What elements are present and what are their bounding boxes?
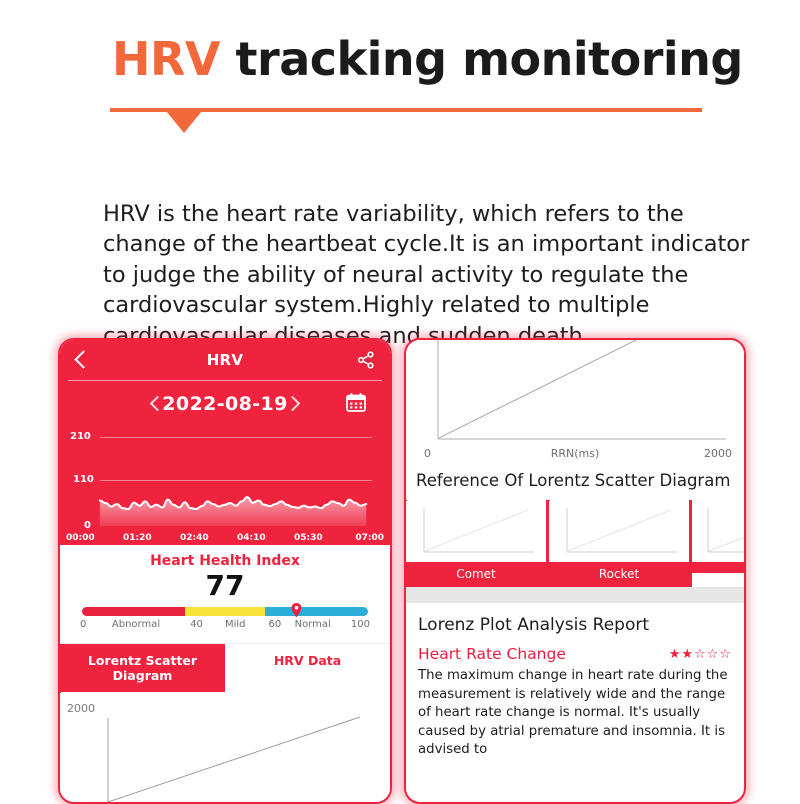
health-index-scale: 0 Abnormal 40 Mild 60 Normal 100	[80, 619, 370, 633]
tab-lorentz-scatter-diagram[interactable]: Lorentz Scatter Diagram	[60, 644, 225, 692]
triangle-marker-icon	[166, 111, 202, 133]
scatter-canvas-left	[60, 692, 390, 802]
heart-health-index-value: 77	[60, 570, 390, 602]
y-tick-110: 110	[73, 474, 94, 485]
page-title: HRV tracking monitoring	[0, 0, 800, 86]
reference-thumbnail-list: Comet Rocket	[406, 500, 744, 587]
health-index-gauge	[82, 607, 368, 616]
report-section-name: Heart Rate Change	[418, 645, 566, 663]
x-tick-4: 05:30	[294, 533, 323, 543]
hero-section: HRV tracking monitoring	[0, 0, 800, 134]
hrv-line-path	[94, 427, 378, 531]
scale-label-40: 40	[190, 619, 203, 630]
calendar-icon[interactable]	[346, 393, 366, 412]
reference-thumb-comet[interactable]: Comet	[406, 500, 546, 587]
x-tick-1: 01:20	[123, 533, 152, 543]
lorentz-scatter-chart: 2000	[60, 692, 390, 802]
chart-tabs: Lorentz Scatter Diagram HRV Data	[60, 643, 390, 692]
scale-label-mild: Mild	[225, 619, 246, 630]
scatter-x-max-label: 2000	[704, 447, 732, 460]
tab-hrv-data[interactable]: HRV Data	[225, 644, 390, 692]
section-separator	[406, 587, 744, 603]
thumb-chart-next	[692, 500, 746, 562]
report-section-body: The maximum change in heart rate during …	[406, 665, 744, 760]
scale-label-normal: Normal	[295, 619, 331, 630]
x-tick-0: 00:00	[66, 533, 95, 543]
x-tick-3: 04:10	[237, 533, 266, 543]
page-title-accent: HRV	[112, 32, 220, 86]
y-tick-0: 0	[84, 520, 91, 531]
hrv-line-chart: 210 110 0 00:00 01:	[60, 427, 390, 545]
star-rating-icon: ★★☆☆☆	[669, 647, 732, 662]
reference-thumb-rocket[interactable]: Rocket	[549, 500, 689, 587]
scatter-x-axis-label: RRN(ms)	[406, 447, 744, 460]
right-phone-screenshot: +1(ms) 0 RRN(ms) 2000 Reference Of Loren…	[404, 338, 746, 804]
heart-health-index-card: Heart Health Index 77 0 Abnormal 40 Mild…	[60, 545, 390, 643]
reference-thumb-caption-rocket: Rocket	[549, 562, 689, 587]
title-divider	[110, 108, 702, 134]
reference-thumb-next[interactable]	[692, 500, 746, 587]
page-root: HRV tracking monitoring HRV is the heart…	[0, 0, 800, 800]
page-title-rest: tracking monitoring	[220, 32, 743, 86]
thumb-chart-rocket	[549, 500, 689, 562]
intro-paragraph: HRV is the heart rate variability, which…	[103, 199, 763, 352]
reference-section-title: Reference Of Lorentz Scatter Diagram	[406, 462, 744, 500]
reference-thumb-caption-next	[692, 562, 746, 573]
selected-date[interactable]: 2022-08-19	[60, 393, 390, 415]
report-section-header: Heart Rate Change ★★☆☆☆	[406, 639, 744, 665]
thumb-chart-comet	[406, 500, 546, 562]
app-topbar: HRV	[60, 340, 390, 380]
lorentz-scatter-chart-large: +1(ms) 0 RRN(ms) 2000	[406, 340, 744, 462]
scatter-canvas-right	[406, 340, 740, 462]
map-pin-icon	[291, 602, 302, 616]
report-title: Lorenz Plot Analysis Report	[406, 603, 744, 639]
date-selector: 2022-08-19	[60, 381, 390, 427]
heart-health-index-title: Heart Health Index	[60, 553, 390, 569]
scale-label-100: 100	[351, 619, 370, 630]
x-tick-2: 02:40	[180, 533, 209, 543]
y-tick-210: 210	[70, 431, 91, 442]
left-phone-screenshot: HRV 2022-08-19	[58, 338, 392, 804]
scale-label-abnormal: Abnormal	[112, 619, 160, 630]
scale-label-0: 0	[80, 619, 86, 630]
left-phone-red-section: HRV 2022-08-19	[60, 340, 390, 545]
x-tick-5: 07:00	[355, 533, 384, 543]
reference-thumb-caption-comet: Comet	[406, 562, 546, 587]
share-icon[interactable]	[356, 350, 376, 370]
scale-label-60: 60	[269, 619, 282, 630]
app-title: HRV	[60, 351, 390, 369]
